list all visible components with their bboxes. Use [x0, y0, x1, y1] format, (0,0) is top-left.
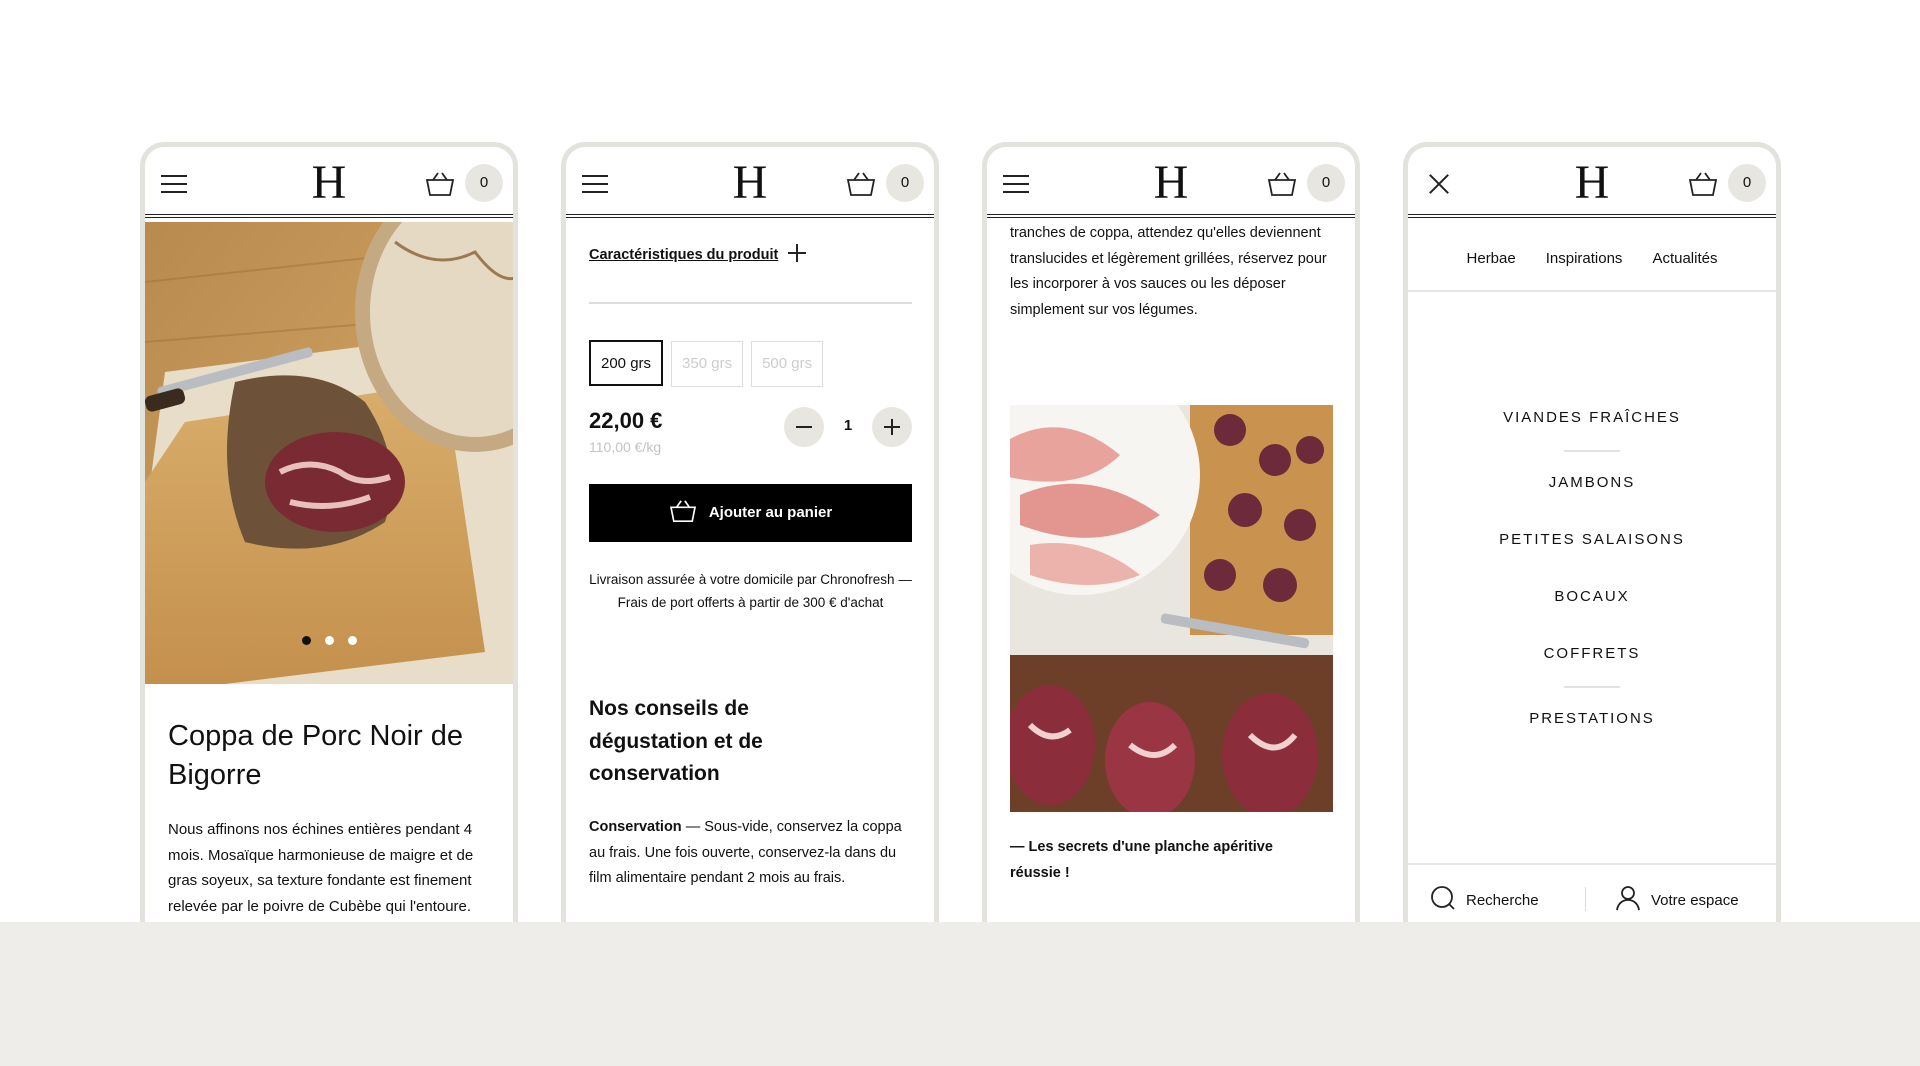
menu-footer: Recherche Votre espace — [1408, 863, 1776, 922]
category-menu: VIANDES FRAÎCHES JAMBONS PETITES SALAISO… — [1408, 409, 1776, 727]
basket-icon — [669, 500, 696, 522]
nav-item-inspirations[interactable]: Inspirations — [1546, 250, 1623, 267]
carousel-dot[interactable] — [324, 636, 334, 645]
article-text: tranches de coppa, attendez qu'elles dev… — [1010, 225, 1327, 318]
brand-logo[interactable]: H — [987, 159, 1355, 207]
product-title: Coppa de Porc Noir de Bigorre — [168, 720, 463, 791]
cart-count-badge[interactable]: 0 — [465, 164, 503, 202]
basket-icon[interactable] — [1688, 171, 1718, 197]
account-button[interactable]: Votre espace — [1615, 885, 1739, 911]
conservation-text: Conservation — Sous-vide, conservez la c… — [589, 819, 902, 886]
menu-item-coffrets[interactable]: COFFRETS — [1408, 645, 1776, 662]
add-to-cart-label: Ajouter au panier — [708, 504, 833, 521]
characteristics-accordion[interactable]: Caractéristiques du produit — [589, 244, 912, 304]
advice-title: Nos conseils de dégustation et de conser… — [589, 697, 763, 785]
divider — [1585, 887, 1586, 911]
basket-icon[interactable] — [425, 171, 455, 197]
menu-item-viandes-fraiches[interactable]: VIANDES FRAÎCHES — [1408, 409, 1776, 426]
divider — [1564, 450, 1620, 452]
divider — [1564, 686, 1620, 688]
size-option[interactable]: 500 grs — [751, 341, 824, 387]
quantity-value: 1 — [843, 417, 853, 434]
characteristics-link[interactable]: Caractéristiques du produit — [589, 247, 778, 263]
price: 22,00 € — [589, 408, 663, 433]
search-button[interactable]: Recherche — [1430, 885, 1539, 911]
menu-item-jambons[interactable]: JAMBONS — [1408, 474, 1776, 491]
account-label: Votre espace — [1651, 892, 1739, 909]
nav-item-herbae[interactable]: Herbae — [1467, 250, 1516, 267]
menu-item-prestations[interactable]: PRESTATIONS — [1408, 710, 1776, 727]
product-description: Nous affinons nos échines entières penda… — [168, 821, 474, 915]
brand-logo[interactable]: H — [1408, 159, 1776, 207]
phone-product-purchase: H 0 Caractéristiques du produit 200 grs 3… — [561, 142, 939, 922]
user-icon — [1616, 886, 1640, 911]
carousel-dot[interactable] — [347, 636, 357, 645]
nav-item-actualites[interactable]: Actualités — [1652, 250, 1717, 267]
carousel-dots — [145, 632, 513, 650]
conservation-label: Conservation — [589, 819, 682, 835]
cart-count-badge[interactable]: 0 — [1728, 164, 1766, 202]
decrease-quantity-button[interactable] — [784, 407, 824, 447]
top-nav: Herbae Inspirations Actualités — [1408, 222, 1776, 292]
brand-logo[interactable]: H — [566, 159, 934, 207]
quantity-stepper: 1 — [784, 407, 912, 447]
menu-item-bocaux[interactable]: BOCAUX — [1408, 588, 1776, 605]
article-image — [1010, 405, 1333, 812]
search-icon — [1431, 886, 1455, 910]
menu-item-petites-salaisons[interactable]: PETITES SALAISONS — [1408, 531, 1776, 548]
header: H 0 — [145, 147, 513, 218]
plus-icon[interactable] — [788, 244, 807, 262]
add-to-cart-button[interactable]: Ajouter au panier — [589, 484, 912, 542]
size-option[interactable]: 350 grs — [671, 341, 744, 387]
carousel-dot[interactable] — [301, 636, 311, 645]
brand-logo[interactable]: H — [145, 159, 513, 207]
product-image — [145, 222, 513, 684]
cart-count-badge[interactable]: 0 — [886, 164, 924, 202]
size-selector: 200 grs 350 grs 500 grs — [589, 340, 831, 387]
phone-menu: H 0 Herbae Inspirations Actualités VIANDES… — [1403, 142, 1781, 922]
phone-product-hero: H 0 Coppa de Porc Noir de Bigorre Nous a… — [140, 142, 518, 922]
search-label: Recherche — [1466, 892, 1539, 909]
cart-count-badge[interactable]: 0 — [1307, 164, 1345, 202]
header: H 0 — [1408, 147, 1776, 218]
increase-quantity-button[interactable] — [872, 407, 912, 447]
page-background-band — [0, 922, 1920, 1066]
basket-icon[interactable] — [1267, 171, 1297, 197]
header: H 0 — [566, 147, 934, 218]
size-option[interactable]: 200 grs — [589, 340, 664, 386]
article-link[interactable]: — Les secrets d'une planche apéritive ré… — [1010, 835, 1310, 886]
basket-icon[interactable] — [846, 171, 876, 197]
unit-price: 110,00 €/kg — [589, 439, 662, 455]
header: H 0 — [987, 147, 1355, 218]
phone-article: H 0 tranches de coppa, attendez qu'elles… — [982, 142, 1360, 922]
delivery-note: Livraison assurée à votre domicile par C… — [589, 572, 912, 610]
